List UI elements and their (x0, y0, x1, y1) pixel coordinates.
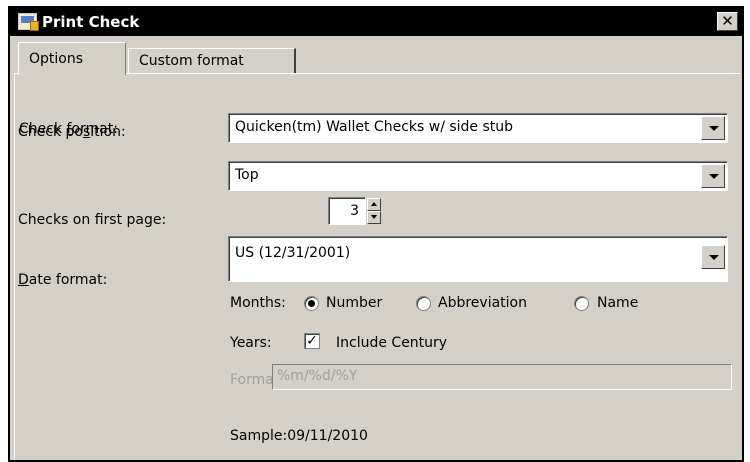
months-abbreviation-radio[interactable] (416, 296, 431, 311)
close-icon: ✕ (721, 12, 734, 30)
check-format-value-main: Quicken(tm) Wallet Checks w/ side stub (235, 119, 514, 135)
check-format-select-main[interactable]: Quicken(tm) Wallet Checks w/ side stub (228, 113, 728, 143)
chevron-down-icon[interactable] (701, 164, 725, 188)
months-name-radio[interactable] (574, 296, 589, 311)
checks-first-page-input[interactable]: 3 (328, 197, 366, 225)
spin-down-icon[interactable] (367, 211, 381, 224)
check-mark-icon: ✓ (306, 333, 318, 349)
spin-up-icon[interactable] (367, 198, 381, 211)
check-position-select[interactable]: Top (228, 161, 728, 191)
tab-options-label: Options (29, 51, 84, 67)
check-position-value: Top (235, 167, 259, 183)
checks-first-page-spinner[interactable]: 3 (328, 197, 382, 225)
tab-custom-format-label: Custom format (139, 53, 244, 69)
date-format-label: Date format: (18, 272, 108, 288)
include-century-checkbox[interactable]: ✓ (304, 333, 320, 349)
include-century-label: Include Century (336, 335, 448, 351)
tab-custom-format[interactable]: Custom format (128, 48, 296, 74)
months-label: Months: (230, 295, 286, 311)
chevron-down-icon[interactable] (701, 116, 725, 140)
tab-options[interactable]: Options (18, 42, 126, 75)
sample-label: Sample:09/11/2010 (230, 428, 368, 444)
window-title: Print Check (42, 13, 140, 31)
app-icon (18, 13, 39, 31)
close-button[interactable]: ✕ (717, 12, 738, 31)
years-label: Years: (230, 335, 272, 351)
date-format-select[interactable]: US (12/31/2001) (228, 236, 728, 282)
chevron-down-icon[interactable] (701, 245, 725, 269)
check-position-label: Check position: (18, 124, 126, 140)
format-input: %m/%d/%Y (272, 364, 732, 390)
print-check-dialog: Print Check ✕ Options Custom format Chec… (8, 6, 744, 462)
checks-first-page-label: Checks on first page: (18, 212, 167, 228)
months-abbreviation-label: Abbreviation (438, 295, 527, 311)
months-number-label: Number (326, 295, 383, 311)
title-bar: Print Check ✕ (10, 8, 742, 36)
format-value: %m/%d/%Y (277, 368, 358, 384)
months-name-label: Name (597, 295, 639, 311)
date-format-value: US (12/31/2001) (235, 245, 351, 261)
months-number-radio[interactable] (304, 296, 319, 311)
